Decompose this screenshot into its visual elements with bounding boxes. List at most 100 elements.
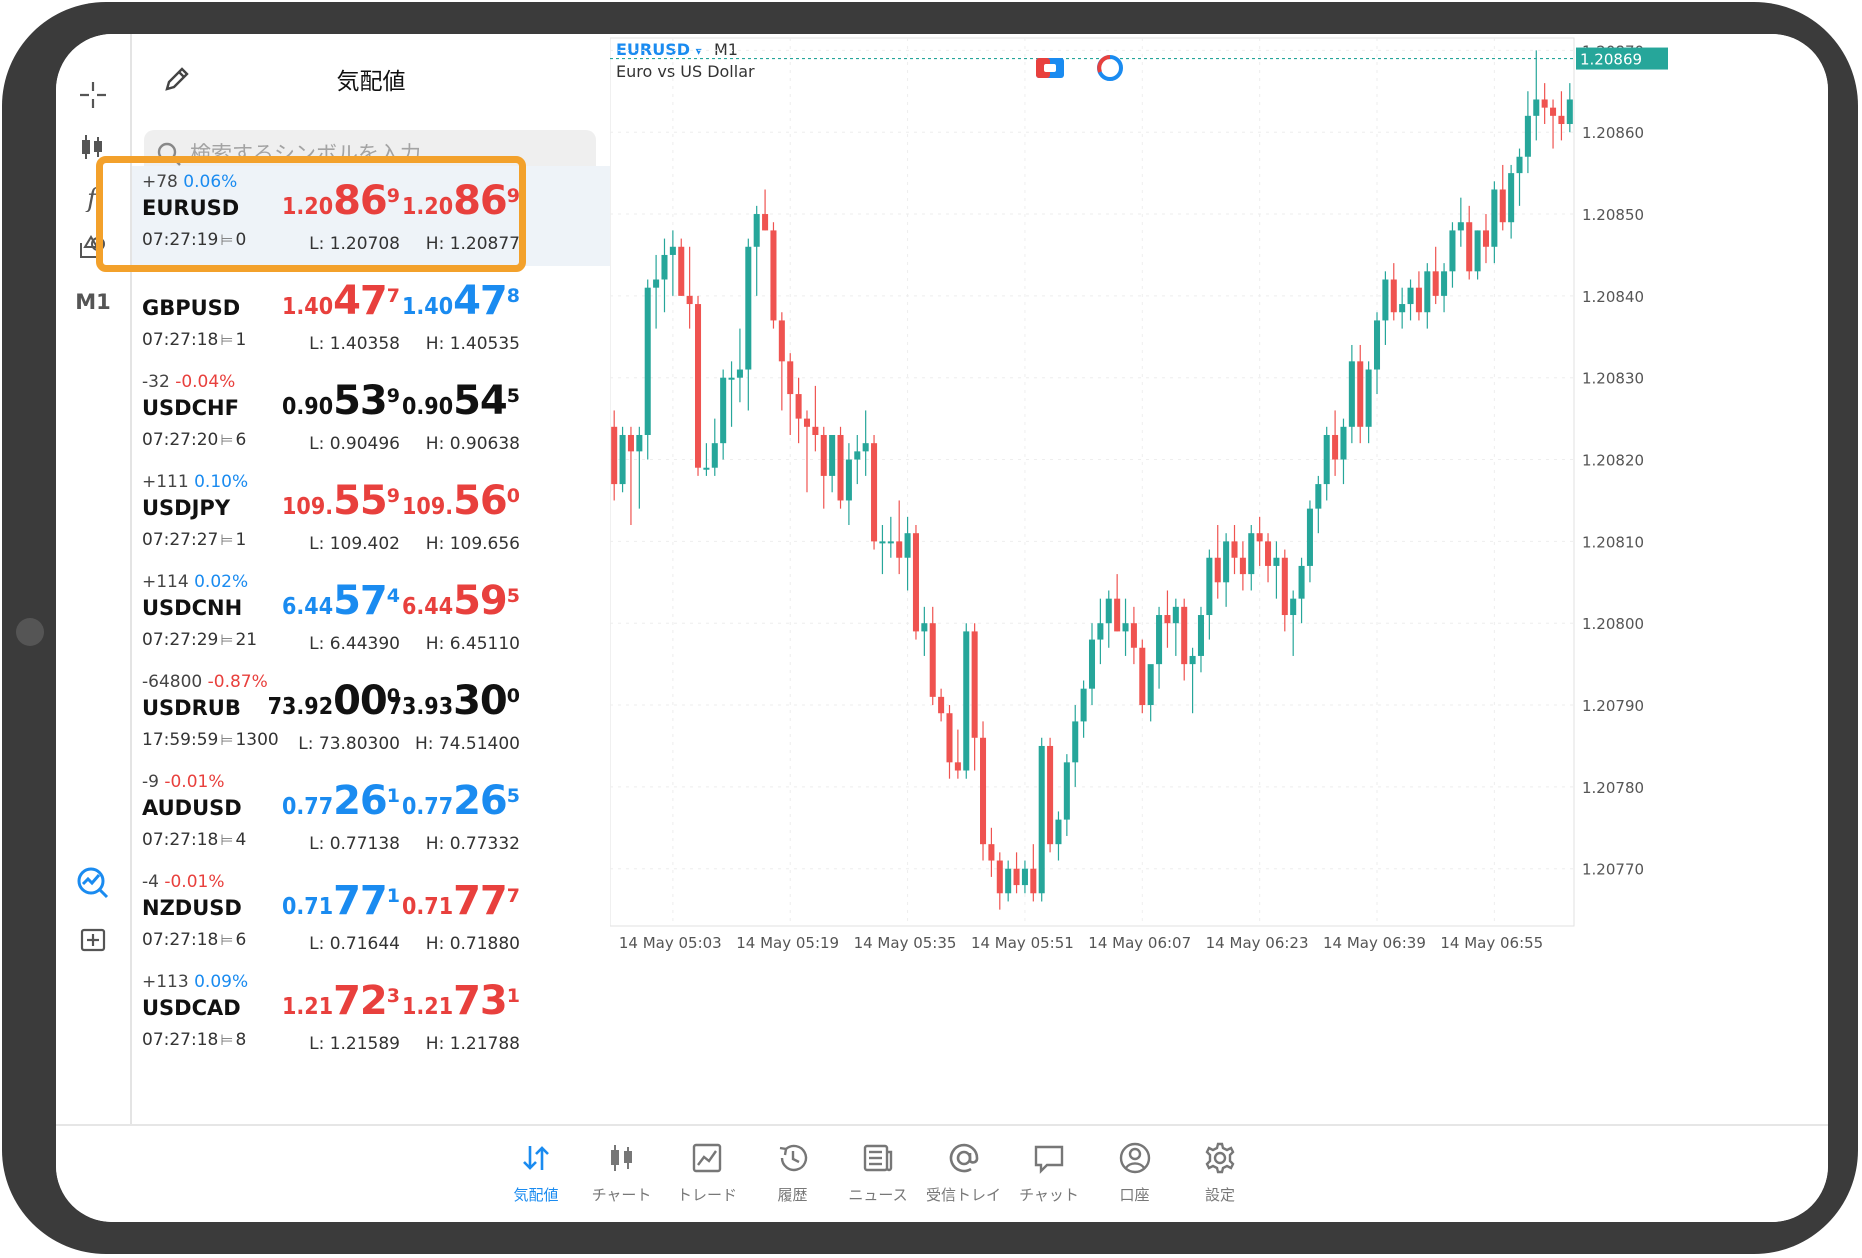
tab-account[interactable]: 口座	[1090, 1140, 1180, 1210]
candle-body	[1306, 508, 1313, 566]
chart-area[interactable]: EURUSD ▾ M1 Euro vs US Dollar 1.208701.2…	[610, 34, 1828, 1124]
trade-icon	[689, 1140, 725, 1176]
quote-symbol: EURUSD	[142, 196, 240, 220]
candle-body	[862, 443, 869, 452]
y-tick-label: 1.20840	[1582, 288, 1644, 306]
candle-body	[1273, 557, 1280, 566]
candle-body	[829, 434, 836, 476]
quote-row-usdcad[interactable]: +113 0.09% USDCAD 07:27:18 ⊨ 8 1.21723 1.2…	[132, 966, 610, 1066]
y-tick-label: 1.20800	[1582, 615, 1644, 633]
candle-body	[1197, 615, 1204, 656]
high-price: H: 1.21788	[425, 1034, 520, 1054]
candle-body	[929, 623, 936, 697]
quote-row-usdjpy[interactable]: +111 0.10% USDJPY 07:27:27 ⊨ 1 109.559 109…	[132, 466, 610, 566]
quote-row-nzdusd[interactable]: -4 -0.01% NZDUSD 07:27:18 ⊨ 6 0.71771 0.71…	[132, 866, 610, 966]
candle-body	[1348, 361, 1355, 427]
quote-row-audusd[interactable]: -9 -0.01% AUDUSD 07:27:18 ⊨ 4 0.77261 0.77…	[132, 766, 610, 866]
ask-price[interactable]: 1.20869	[350, 178, 520, 224]
candle-body	[1105, 598, 1112, 624]
candle-body	[879, 541, 886, 544]
news-icon	[860, 1140, 896, 1176]
candle-body	[1524, 115, 1531, 157]
quote-row-usdchf[interactable]: -32 -0.04% USDCHF 07:27:20 ⊨ 6 0.90539 0.9…	[132, 366, 610, 466]
candle-body	[795, 394, 802, 419]
candle-body	[703, 467, 710, 470]
quote-symbol: USDCAD	[142, 996, 241, 1020]
candle-body	[1415, 287, 1422, 313]
high-price: H: 6.45110	[425, 634, 520, 654]
candle-body	[1373, 320, 1381, 370]
tab-history[interactable]: 履歴	[748, 1140, 838, 1210]
candle-body	[980, 737, 987, 845]
quote-change: -4 -0.01%	[142, 872, 225, 892]
candle-body	[1265, 541, 1272, 566]
ask-price[interactable]: 6.44595	[350, 578, 520, 624]
ask-price[interactable]: 109.560	[350, 478, 520, 524]
candle-body	[644, 287, 651, 435]
ask-price[interactable]: 0.77265	[350, 778, 520, 824]
tab-mailbox[interactable]: 受信トレイ	[919, 1140, 1009, 1210]
candle-body	[1332, 434, 1339, 460]
tab-chat[interactable]: チャット	[1004, 1140, 1094, 1210]
candle-body	[1088, 639, 1096, 689]
quotes-panel: 気配値 +78 0.06% EURUSD 07:27:19⊨0 1.20869 …	[130, 34, 612, 1124]
high-price: H: 0.71880	[425, 934, 520, 954]
trading-signals-icon[interactable]	[64, 854, 122, 912]
quote-row-usdcnh[interactable]: +114 0.02% USDCNH 07:27:29 ⊨ 21 6.44574 6.…	[132, 566, 610, 666]
y-tick-label: 1.20790	[1582, 697, 1644, 715]
y-tick-label: 1.20820	[1582, 452, 1644, 470]
ask-price[interactable]: 73.93300	[350, 678, 520, 724]
candle-body	[921, 623, 928, 632]
quote-row-usdrub[interactable]: -64800 -0.87% USDRUB 17:59:59 ⊨ 1300 73.92…	[132, 666, 610, 766]
candle-body	[1206, 557, 1213, 616]
ask-price[interactable]: 1.40478	[350, 278, 520, 324]
candle-body	[619, 434, 626, 485]
candle-body	[1499, 189, 1506, 223]
candle-body	[711, 443, 718, 468]
candle-body	[1223, 541, 1230, 583]
candle-body	[1214, 557, 1221, 583]
candle-body	[753, 214, 760, 247]
crosshair-icon[interactable]	[64, 66, 122, 124]
timeframe-button[interactable]: M1	[64, 290, 122, 314]
tab-news[interactable]: ニュース	[833, 1140, 923, 1210]
candlestick-chart[interactable]: 1.208701.208601.208501.208401.208301.208…	[610, 34, 1828, 1124]
mailbox-icon	[946, 1140, 982, 1176]
x-tick-label: 14 May 06:39	[1323, 934, 1426, 952]
tab-settings[interactable]: 設定	[1175, 1140, 1265, 1210]
ask-price[interactable]: 1.21731	[350, 978, 520, 1024]
one-click-trading-icon[interactable]	[1036, 58, 1064, 78]
candle-body	[854, 451, 861, 460]
tab-chart[interactable]: チャート	[577, 1140, 667, 1210]
candle-body	[694, 304, 702, 468]
candle-body	[1315, 484, 1322, 509]
quote-row-eurusd[interactable]: +78 0.06% EURUSD 07:27:19 ⊨ 0 1.20869 1.20…	[132, 166, 610, 266]
candle-body	[1097, 623, 1104, 640]
quote-row-gbpusd[interactable]: GBPUSD 07:27:18 ⊨ 1 1.40477 1.40478 L: 1.4…	[132, 266, 610, 366]
tab-quotes[interactable]: 気配値	[491, 1140, 581, 1210]
quote-symbol: USDCNH	[142, 596, 243, 620]
market-open-icon[interactable]	[1097, 55, 1123, 81]
new-window-icon[interactable]	[64, 910, 122, 968]
candle-body	[812, 426, 819, 435]
quote-symbol: NZDUSD	[142, 896, 242, 920]
camera-dot	[16, 618, 44, 646]
app-screen: f M1 気配値 検索するシンボルを入力 +78 0.06% EURUSD 07…	[56, 34, 1828, 1222]
candle-body	[1533, 99, 1540, 116]
ask-price[interactable]: 0.90545	[350, 378, 520, 424]
candle-body	[1055, 819, 1062, 845]
quote-symbol: USDJPY	[142, 496, 231, 520]
candle-body	[1508, 173, 1515, 223]
quote-change: -9 -0.01%	[142, 772, 225, 792]
candle-body	[1340, 426, 1347, 460]
objects-icon[interactable]	[64, 218, 122, 276]
candle-body	[661, 254, 668, 280]
candle-body	[1013, 868, 1020, 886]
candle-body	[736, 369, 743, 378]
ask-price[interactable]: 0.71777	[350, 878, 520, 924]
quote-symbol: USDRUB	[142, 696, 241, 720]
candle-body	[946, 713, 953, 763]
tab-trade[interactable]: トレード	[662, 1140, 752, 1210]
high-price: H: 0.77332	[425, 834, 520, 854]
candle-body	[653, 279, 660, 288]
